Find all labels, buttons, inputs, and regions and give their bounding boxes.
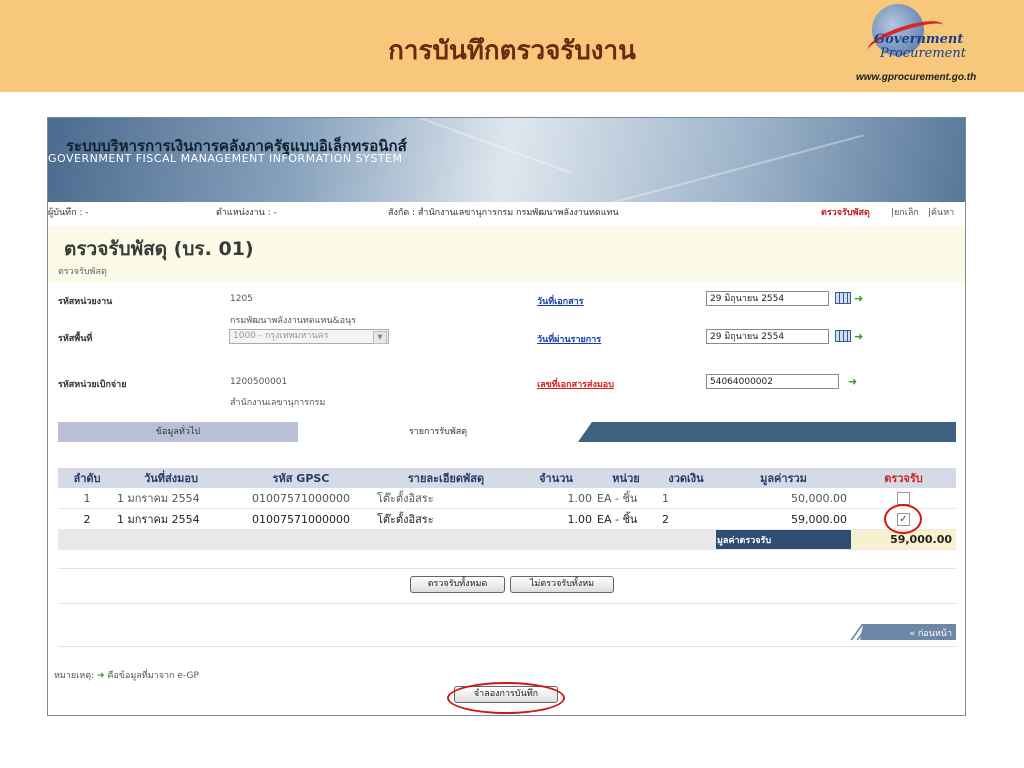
- doc-date-link[interactable]: วันที่เอกสาร: [537, 294, 583, 308]
- banner-decoration: [383, 118, 573, 175]
- row-installment: 2: [656, 508, 716, 530]
- col-header-inspect: ตรวจรับ: [851, 468, 956, 488]
- unit-code-label: รหัสหน่วยงาน: [58, 297, 113, 307]
- check-all-button[interactable]: ตรวจรับทั้งหมด: [410, 576, 505, 593]
- row-gpsc: 01007571000000: [226, 488, 376, 509]
- items-table: ลำดับ วันที่ส่งมอบ รหัส GPSC รายละเอียดพ…: [58, 468, 956, 550]
- row-date: 1 มกราคม 2554: [116, 488, 226, 509]
- calendar-icon[interactable]: [835, 330, 851, 342]
- banner-decoration: [612, 134, 864, 204]
- table-header-row: ลำดับ วันที่ส่งมอบ รหัส GPSC รายละเอียดพ…: [58, 468, 956, 488]
- col-header: มูลค่ารวม: [716, 468, 851, 488]
- row-no: 2: [58, 508, 116, 530]
- table-row: 1 1 มกราคม 2554 01007571000000 โต๊ะตั้งอ…: [58, 488, 956, 509]
- egp-arrow-icon: ➜: [848, 375, 858, 388]
- row-unit: EA - ชิ้น: [596, 508, 656, 530]
- prev-button[interactable]: « ก่อนหน้า: [836, 624, 956, 640]
- disb-unit-label: รหัสหน่วยเบิกจ่าย: [58, 380, 127, 390]
- table-row: 2 1 มกราคม 2554 01007571000000 โต๊ะตั้งอ…: [58, 508, 956, 530]
- tab-bar: ข้อมูลทั่วไป รายการรับพัสดุ: [58, 422, 956, 442]
- col-header: งวดเงิน: [656, 468, 716, 488]
- slide-header: การบันทึกตรวจรับงาน Government Procureme…: [0, 0, 1024, 92]
- egp-arrow-icon: ➜: [854, 292, 864, 305]
- uncheck-all-button[interactable]: ไม่ตรวจรับทั้งหม: [510, 576, 614, 593]
- inspect-checkbox[interactable]: [897, 491, 910, 505]
- area-code-selected: 1000 - กรุงเทพมหานคร: [233, 331, 329, 341]
- total-label: มูลค่าตรวจรับ: [716, 529, 851, 550]
- banner-title-en: GOVERNMENT FISCAL MANAGEMENT INFORMATION…: [48, 152, 403, 165]
- col-header: จำนวน: [516, 468, 596, 488]
- highlight-circle: [884, 504, 922, 534]
- disb-unit-code: 1200500001: [230, 377, 288, 387]
- row-qty: 1.00: [516, 488, 596, 509]
- logo-line2: Procurement: [880, 46, 966, 61]
- tab-general[interactable]: ข้อมูลทั่วไป: [58, 422, 298, 442]
- row-date: 1 มกราคม 2554: [116, 508, 226, 530]
- logo-line1: Government: [874, 32, 964, 47]
- delivery-no-link[interactable]: เลขที่เอกสารส่งมอบ: [537, 377, 614, 391]
- logo-url: www.gprocurement.go.th: [856, 72, 977, 83]
- row-qty: 1.00: [516, 508, 596, 530]
- tab-notch: [578, 422, 592, 442]
- menu-item-cancel[interactable]: |ยกเลิก: [891, 202, 919, 224]
- menu-item-search[interactable]: |ค้นหา: [928, 202, 954, 224]
- doc-date-input[interactable]: 29 มิถุนายน 2554: [706, 291, 829, 306]
- post-date-input[interactable]: 29 มิถุนายน 2554: [706, 329, 829, 344]
- total-spacer: [58, 529, 716, 550]
- unit-code-value: 1205: [230, 294, 253, 304]
- note-text: คือข้อมูลที่มาจาก e-GP: [107, 671, 199, 681]
- row-unit: EA - ชิ้น: [596, 488, 656, 509]
- col-header: ลำดับ: [58, 468, 116, 488]
- col-header: หน่วย: [596, 468, 656, 488]
- divider: [58, 603, 956, 604]
- highlight-circle: [447, 682, 565, 714]
- menu-item-inspect[interactable]: ตรวจรับพัสดุ: [821, 202, 870, 224]
- app-banner: ระบบบริหารการเงินการคลังภาครัฐแบบอิเล็กท…: [48, 118, 965, 204]
- area-code-label: รหัสพื้นที่: [58, 334, 93, 344]
- gprocurement-logo: Government Procurement www.gprocurement.…: [852, 4, 1022, 90]
- col-header: วันที่ส่งมอบ: [116, 468, 226, 488]
- row-desc: โต๊ะตั้งอิสระ: [376, 488, 516, 509]
- app-window: ระบบบริหารการเงินการคลังภาครัฐแบบอิเล็กท…: [47, 117, 966, 716]
- position-text: ตำแหน่งงาน : -: [216, 208, 277, 218]
- post-date-link[interactable]: วันที่ผ่านรายการ: [537, 332, 601, 346]
- row-total: 50,000.00: [716, 488, 851, 509]
- page-subtitle: ตรวจรับพัสดุ: [58, 267, 107, 277]
- total-row: มูลค่าตรวจรับ 59,000.00: [58, 529, 956, 550]
- delivery-no-input[interactable]: 54064000002: [706, 374, 839, 389]
- note: หมายเหตุ: ➜ คือข้อมูลที่มาจาก e-GP: [54, 668, 199, 682]
- page-title: ตรวจรับพัสดุ (บร. 01): [64, 238, 254, 260]
- page-header: ตรวจรับพัสดุ (บร. 01) ตรวจรับพัสดุ: [48, 226, 965, 282]
- disb-unit-name: สำนักงานเลขานุการกรม: [230, 398, 326, 408]
- chevron-down-icon: ▼: [373, 331, 387, 344]
- col-header: รายละเอียดพัสดุ: [376, 468, 516, 488]
- egp-arrow-icon: ➜: [854, 330, 864, 343]
- prev-button-label: « ก่อนหน้า: [909, 629, 952, 639]
- egp-arrow-icon: ➜: [96, 671, 105, 681]
- user-info-bar: ผู้บันทึก : - ตำแหน่งงาน : - สังกัด : สำ…: [48, 202, 965, 224]
- row-gpsc: 01007571000000: [226, 508, 376, 530]
- row-desc: โต๊ะตั้งอิสระ: [376, 508, 516, 530]
- col-header: รหัส GPSC: [226, 468, 376, 488]
- row-total: 59,000.00: [716, 508, 851, 530]
- unit-name-value: กรมพัฒนาพลังงานทดแทน&อนุร: [230, 316, 356, 326]
- row-installment: 1: [656, 488, 716, 509]
- note-label: หมายเหตุ:: [54, 671, 95, 681]
- divider: [58, 646, 956, 647]
- recorder-text: ผู้บันทึก : -: [48, 208, 89, 218]
- tab-items[interactable]: รายการรับพัสดุ: [298, 422, 578, 442]
- calendar-icon[interactable]: [835, 292, 851, 304]
- divider: [58, 568, 956, 569]
- affiliation-text: สังกัด : สำนักงานเลขานุการกรม กรมพัฒนาพล…: [388, 208, 619, 218]
- area-code-select[interactable]: 1000 - กรุงเทพมหานคร ▼: [229, 329, 389, 344]
- row-no: 1: [58, 488, 116, 509]
